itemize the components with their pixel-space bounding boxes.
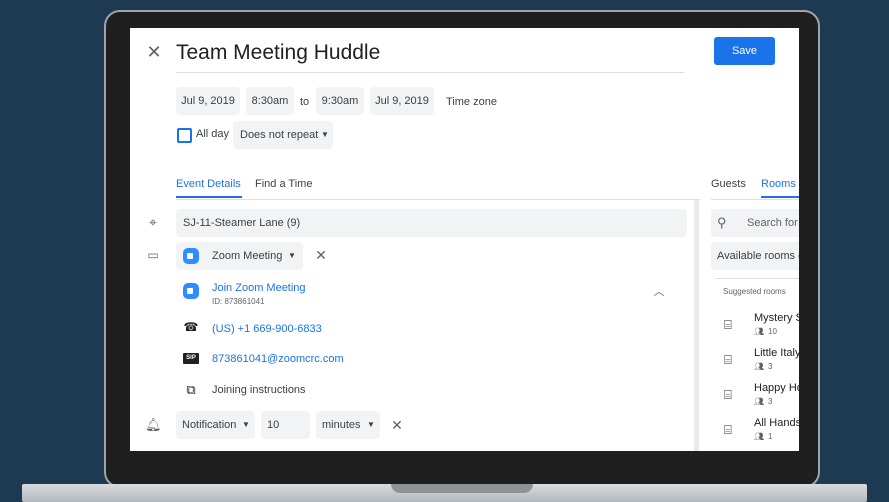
start-date-chip[interactable]: Jul 9, 2019 (176, 87, 240, 115)
zoom-icon (183, 248, 199, 264)
tab-rooms[interactable]: Rooms (761, 178, 796, 190)
timezone-link[interactable]: Time zone (446, 96, 497, 108)
notification-type-value: Notification (182, 419, 237, 431)
join-zoom-link[interactable]: Join Zoom Meeting (212, 282, 306, 294)
room-search-placeholder: Search for (747, 217, 798, 229)
suggested-rooms-divider (715, 278, 799, 279)
available-rooms-value: Available rooms c (717, 250, 799, 262)
laptop-notch (391, 484, 533, 493)
video-camera-icon: ▭ (147, 248, 159, 262)
joining-instructions-link[interactable]: Joining instructions (212, 384, 306, 396)
room-capacity: 1 (768, 432, 773, 441)
event-title-input[interactable]: Team Meeting Huddle (176, 41, 380, 65)
notification-amount-input[interactable]: 10 (261, 411, 310, 439)
close-icon[interactable]: ✕ (146, 42, 162, 63)
conference-select[interactable]: Zoom Meeting ▼ (176, 242, 303, 270)
room-capacity: 10 (768, 327, 777, 336)
save-button[interactable]: Save (714, 37, 775, 65)
open-external-icon: ⧉ (186, 382, 196, 397)
notification-amount-value: 10 (267, 419, 280, 431)
tab-underline (176, 196, 242, 198)
location-pin-icon: ⌖ (149, 214, 157, 230)
allday-checkbox[interactable] (177, 128, 192, 143)
room-search-field[interactable]: ⚲ Search for (711, 209, 799, 237)
people-icon: 👥︎ (754, 432, 765, 441)
sip-badge: SIP (183, 353, 199, 364)
zoom-icon (183, 283, 199, 299)
bell-icon: 🔔︎ (145, 417, 162, 432)
suggested-rooms-heading: Suggested rooms (723, 287, 786, 296)
rooms-tab-underline (761, 196, 799, 198)
people-icon: 👥︎ (754, 397, 765, 406)
chevron-down-icon: ▼ (367, 420, 375, 429)
people-icon: 👥︎ (754, 362, 765, 371)
right-tabs-divider (711, 199, 799, 200)
available-rooms-select[interactable]: Available rooms c (711, 242, 799, 270)
tab-event-details[interactable]: Event Details (176, 178, 241, 190)
door-icon: ⌸ (724, 422, 732, 437)
room-name: Little Italy (754, 347, 799, 359)
chevron-down-icon: ▼ (321, 130, 329, 139)
to-label: to (300, 96, 310, 108)
tabs-divider (176, 199, 700, 200)
people-icon: 👥︎ (754, 327, 765, 336)
repeat-value: Does not repeat (240, 129, 319, 141)
room-name: Happy Ho (754, 382, 799, 394)
start-time-chip[interactable]: 8:30am (246, 87, 294, 115)
remove-notification-icon[interactable]: ✕ (389, 417, 405, 434)
conference-type: Zoom Meeting (212, 250, 283, 262)
end-date-chip[interactable]: Jul 9, 2019 (370, 87, 434, 115)
room-capacity: 3 (768, 397, 773, 406)
tab-guests[interactable]: Guests (711, 178, 746, 190)
chevron-up-icon[interactable]: ︿ (651, 283, 667, 299)
tab-find-a-time[interactable]: Find a Time (255, 178, 312, 190)
notification-type-select[interactable]: Notification ▼ (176, 411, 255, 439)
phone-link[interactable]: (US) +1 669-900-6833 (212, 323, 322, 335)
sip-link[interactable]: 873861041@zoomcrc.com (212, 353, 344, 365)
door-icon: ⌸ (724, 352, 732, 367)
calendar-screen: ✕ Team Meeting Huddle Save Jul 9, 2019 8… (130, 28, 799, 451)
room-name: Mystery S (754, 312, 799, 324)
chevron-down-icon: ▼ (288, 251, 296, 260)
chevron-down-icon: ▼ (242, 420, 250, 429)
remove-conference-icon[interactable]: ✕ (313, 247, 329, 264)
end-time-chip[interactable]: 9:30am (316, 87, 364, 115)
location-field[interactable]: SJ-11-Steamer Lane (9) (176, 209, 687, 237)
location-value: SJ-11-Steamer Lane (9) (183, 217, 301, 229)
scrollbar-track[interactable] (694, 200, 699, 451)
door-icon: ⌸ (724, 387, 732, 402)
search-icon: ⚲ (717, 215, 727, 230)
room-name: All Hands (754, 417, 799, 429)
title-underline (176, 72, 684, 73)
phone-icon: ☎ (183, 320, 199, 334)
room-capacity: 3 (768, 362, 773, 371)
door-icon: ⌸ (724, 317, 732, 332)
meeting-id: ID: 873861041 (212, 297, 265, 306)
notification-unit-select[interactable]: minutes ▼ (316, 411, 380, 439)
notification-unit-value: minutes (322, 419, 361, 431)
allday-label: All day (196, 128, 230, 140)
repeat-select[interactable]: Does not repeat ▼ (233, 121, 333, 149)
